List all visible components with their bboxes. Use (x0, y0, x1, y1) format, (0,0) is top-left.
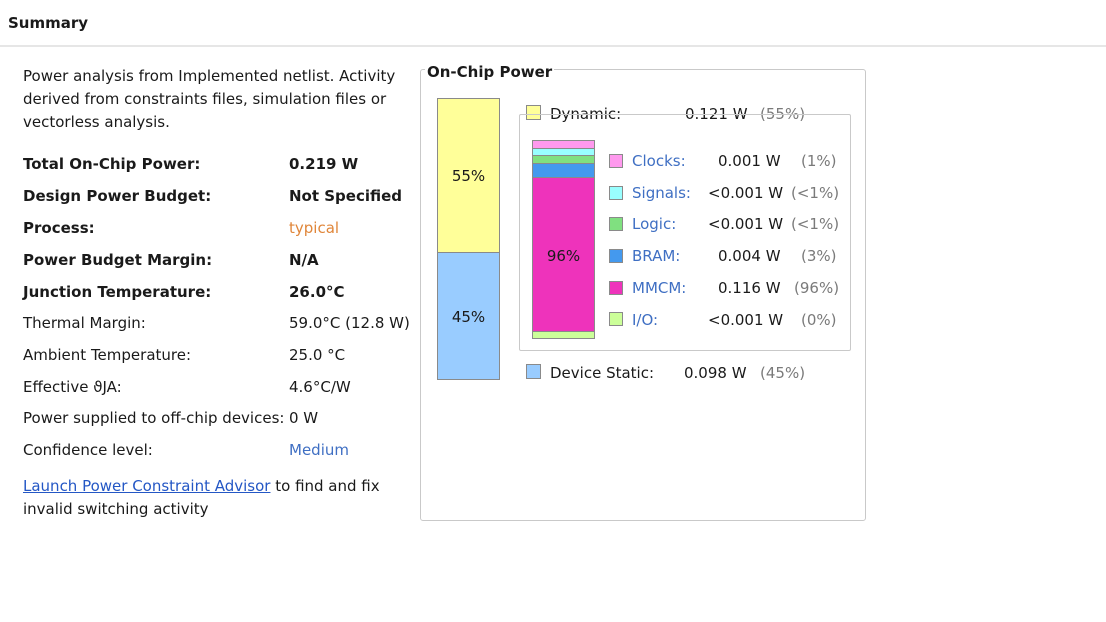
clocks-value: 0.001 W (718, 152, 781, 170)
bram-value: 0.004 W (718, 247, 781, 265)
page-title: Summary (8, 14, 89, 32)
io-bar-segment[interactable] (532, 331, 595, 339)
junction-temp-value: 26.0°C (289, 283, 345, 301)
summary-header (0, 0, 1106, 47)
dynamic-bar-pct: 55% (451, 167, 486, 185)
static-bar-pct: 45% (451, 308, 486, 326)
logic-pct: (<1%) (791, 215, 840, 233)
launch-advisor-link[interactable]: Launch Power Constraint Advisor (23, 477, 270, 495)
confidence-label: Confidence level: (23, 441, 153, 459)
bram-bar-segment[interactable] (532, 163, 595, 178)
total-power-value: 0.219 W (289, 155, 359, 173)
power-budget-label: Design Power Budget: (23, 187, 212, 205)
ambient-temp-value: 25.0 °C (289, 346, 346, 364)
onchip-power-title: On-Chip Power (425, 63, 555, 81)
advisor-text: Launch Power Constraint Advisor to find … (23, 475, 383, 521)
intro-text: Power analysis from Implemented netlist.… (23, 67, 396, 131)
process-label: Process: (23, 219, 95, 237)
tab-indicator (205, 0, 305, 2)
mmcm-link[interactable]: MMCM: (632, 279, 686, 297)
bram-swatch (609, 249, 623, 263)
logic-value: <0.001 W (708, 215, 784, 233)
static-value: 0.098 W (684, 364, 747, 382)
effective-theta-label: Effective ϑJA: (23, 378, 122, 396)
ambient-temp-label: Ambient Temperature: (23, 346, 192, 364)
process-value: typical (289, 219, 340, 237)
budget-margin-value: N/A (289, 251, 319, 269)
static-pct: (45%) (760, 364, 806, 382)
signals-swatch (609, 186, 623, 200)
mmcm-bar-pct: 96% (546, 247, 581, 265)
io-value: <0.001 W (708, 311, 784, 329)
junction-temp-label: Junction Temperature: (23, 283, 212, 301)
io-link[interactable]: I/O: (632, 311, 658, 329)
io-pct: (0%) (801, 311, 837, 329)
total-power-label: Total On-Chip Power: (23, 155, 201, 173)
mmcm-value: 0.116 W (718, 279, 781, 297)
static-label: Device Static: (550, 364, 655, 382)
mmcm-swatch (609, 281, 623, 295)
thermal-margin-value: 59.0°C (12.8 W) (289, 314, 410, 332)
io-swatch (609, 312, 623, 326)
offchip-power-value: 0 W (289, 409, 319, 427)
logic-link[interactable]: Logic: (632, 215, 676, 233)
clocks-link[interactable]: Clocks: (632, 152, 686, 170)
bram-pct: (3%) (801, 247, 837, 265)
mmcm-pct: (96%) (794, 279, 840, 297)
effective-theta-value: 4.6°C/W (289, 378, 351, 396)
budget-margin-label: Power Budget Margin: (23, 251, 213, 269)
signals-value: <0.001 W (708, 184, 784, 202)
signals-pct: (<1%) (791, 184, 840, 202)
static-swatch (526, 364, 541, 379)
confidence-value-link[interactable]: Medium (289, 441, 349, 459)
power-budget-value: Not Specified (289, 187, 403, 205)
clocks-pct: (1%) (801, 152, 837, 170)
logic-swatch (609, 217, 623, 231)
signals-link[interactable]: Signals: (632, 184, 691, 202)
thermal-margin-label: Thermal Margin: (23, 314, 146, 332)
bram-link[interactable]: BRAM: (632, 247, 680, 265)
clocks-swatch (609, 154, 623, 168)
offchip-power-label: Power supplied to off-chip devices: (23, 409, 285, 427)
